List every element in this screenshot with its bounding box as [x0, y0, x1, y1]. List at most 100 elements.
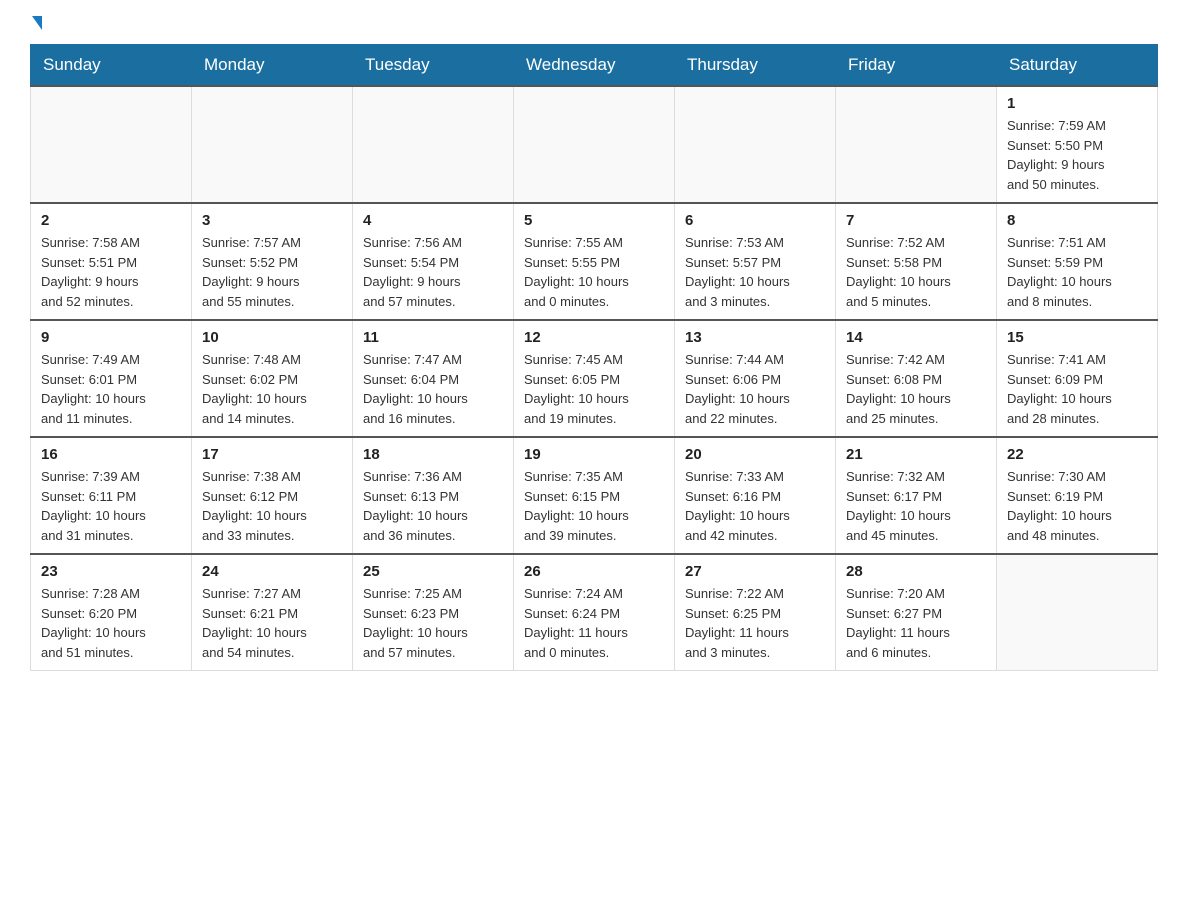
calendar-week-4: 16 Sunrise: 7:39 AM Sunset: 6:11 PM Dayli…: [31, 437, 1158, 554]
calendar-cell: [514, 86, 675, 203]
calendar-cell: 6 Sunrise: 7:53 AM Sunset: 5:57 PM Daylig…: [675, 203, 836, 320]
day-number: 17: [202, 446, 342, 463]
calendar-cell: 22 Sunrise: 7:30 AM Sunset: 6:19 PM Dayli…: [997, 437, 1158, 554]
day-info: Sunrise: 7:48 AM Sunset: 6:02 PM Dayligh…: [202, 350, 342, 428]
calendar-cell: 15 Sunrise: 7:41 AM Sunset: 6:09 PM Dayli…: [997, 320, 1158, 437]
day-info: Sunrise: 7:38 AM Sunset: 6:12 PM Dayligh…: [202, 467, 342, 545]
calendar-week-3: 9 Sunrise: 7:49 AM Sunset: 6:01 PM Daylig…: [31, 320, 1158, 437]
calendar-cell: 25 Sunrise: 7:25 AM Sunset: 6:23 PM Dayli…: [353, 554, 514, 671]
day-number: 8: [1007, 212, 1147, 229]
day-number: 26: [524, 563, 664, 580]
day-info: Sunrise: 7:41 AM Sunset: 6:09 PM Dayligh…: [1007, 350, 1147, 428]
calendar-cell: 28 Sunrise: 7:20 AM Sunset: 6:27 PM Dayli…: [836, 554, 997, 671]
page-header: [30, 20, 1158, 34]
header-friday: Friday: [836, 45, 997, 87]
day-info: Sunrise: 7:57 AM Sunset: 5:52 PM Dayligh…: [202, 233, 342, 311]
calendar-cell: 1Sunrise: 7:59 AM Sunset: 5:50 PM Daylig…: [997, 86, 1158, 203]
day-info: Sunrise: 7:49 AM Sunset: 6:01 PM Dayligh…: [41, 350, 181, 428]
calendar-cell: 2 Sunrise: 7:58 AM Sunset: 5:51 PM Daylig…: [31, 203, 192, 320]
calendar-cell: [675, 86, 836, 203]
day-info: Sunrise: 7:25 AM Sunset: 6:23 PM Dayligh…: [363, 584, 503, 662]
day-number: 22: [1007, 446, 1147, 463]
day-number: 12: [524, 329, 664, 346]
calendar-week-5: 23 Sunrise: 7:28 AM Sunset: 6:20 PM Dayli…: [31, 554, 1158, 671]
calendar-cell: 27 Sunrise: 7:22 AM Sunset: 6:25 PM Dayli…: [675, 554, 836, 671]
day-number: 28: [846, 563, 986, 580]
day-number: 16: [41, 446, 181, 463]
header-row: SundayMondayTuesdayWednesdayThursdayFrid…: [31, 45, 1158, 87]
calendar-cell: 14Sunrise: 7:42 AM Sunset: 6:08 PM Dayli…: [836, 320, 997, 437]
day-number: 20: [685, 446, 825, 463]
day-info: Sunrise: 7:36 AM Sunset: 6:13 PM Dayligh…: [363, 467, 503, 545]
day-number: 4: [363, 212, 503, 229]
day-number: 21: [846, 446, 986, 463]
calendar-cell: 13 Sunrise: 7:44 AM Sunset: 6:06 PM Dayli…: [675, 320, 836, 437]
day-number: 6: [685, 212, 825, 229]
calendar-week-1: 1Sunrise: 7:59 AM Sunset: 5:50 PM Daylig…: [31, 86, 1158, 203]
calendar-header: SundayMondayTuesdayWednesdayThursdayFrid…: [31, 45, 1158, 87]
calendar-cell: 8Sunrise: 7:51 AM Sunset: 5:59 PM Daylig…: [997, 203, 1158, 320]
day-info: Sunrise: 7:30 AM Sunset: 6:19 PM Dayligh…: [1007, 467, 1147, 545]
calendar-cell: 16 Sunrise: 7:39 AM Sunset: 6:11 PM Dayli…: [31, 437, 192, 554]
calendar-cell: 10 Sunrise: 7:48 AM Sunset: 6:02 PM Dayli…: [192, 320, 353, 437]
calendar-cell: [192, 86, 353, 203]
header-monday: Monday: [192, 45, 353, 87]
day-number: 9: [41, 329, 181, 346]
calendar-week-2: 2 Sunrise: 7:58 AM Sunset: 5:51 PM Daylig…: [31, 203, 1158, 320]
day-number: 19: [524, 446, 664, 463]
calendar-cell: 9 Sunrise: 7:49 AM Sunset: 6:01 PM Daylig…: [31, 320, 192, 437]
calendar-cell: 11 Sunrise: 7:47 AM Sunset: 6:04 PM Dayli…: [353, 320, 514, 437]
day-info: Sunrise: 7:45 AM Sunset: 6:05 PM Dayligh…: [524, 350, 664, 428]
calendar-cell: [836, 86, 997, 203]
day-number: 18: [363, 446, 503, 463]
day-info: Sunrise: 7:35 AM Sunset: 6:15 PM Dayligh…: [524, 467, 664, 545]
day-number: 25: [363, 563, 503, 580]
logo-arrow-icon: [32, 16, 42, 30]
day-number: 14: [846, 329, 986, 346]
calendar-table: SundayMondayTuesdayWednesdayThursdayFrid…: [30, 44, 1158, 671]
header-thursday: Thursday: [675, 45, 836, 87]
calendar-cell: 18 Sunrise: 7:36 AM Sunset: 6:13 PM Dayli…: [353, 437, 514, 554]
day-number: 24: [202, 563, 342, 580]
calendar-cell: 12 Sunrise: 7:45 AM Sunset: 6:05 PM Dayli…: [514, 320, 675, 437]
day-number: 10: [202, 329, 342, 346]
calendar-cell: 24 Sunrise: 7:27 AM Sunset: 6:21 PM Dayli…: [192, 554, 353, 671]
calendar-cell: 4Sunrise: 7:56 AM Sunset: 5:54 PM Daylig…: [353, 203, 514, 320]
day-info: Sunrise: 7:32 AM Sunset: 6:17 PM Dayligh…: [846, 467, 986, 545]
calendar-cell: 5 Sunrise: 7:55 AM Sunset: 5:55 PM Daylig…: [514, 203, 675, 320]
day-number: 27: [685, 563, 825, 580]
day-info: Sunrise: 7:27 AM Sunset: 6:21 PM Dayligh…: [202, 584, 342, 662]
day-info: Sunrise: 7:58 AM Sunset: 5:51 PM Dayligh…: [41, 233, 181, 311]
calendar-cell: 21 Sunrise: 7:32 AM Sunset: 6:17 PM Dayli…: [836, 437, 997, 554]
day-info: Sunrise: 7:53 AM Sunset: 5:57 PM Dayligh…: [685, 233, 825, 311]
day-number: 23: [41, 563, 181, 580]
day-number: 15: [1007, 329, 1147, 346]
day-info: Sunrise: 7:39 AM Sunset: 6:11 PM Dayligh…: [41, 467, 181, 545]
day-info: Sunrise: 7:55 AM Sunset: 5:55 PM Dayligh…: [524, 233, 664, 311]
header-wednesday: Wednesday: [514, 45, 675, 87]
day-info: Sunrise: 7:52 AM Sunset: 5:58 PM Dayligh…: [846, 233, 986, 311]
day-info: Sunrise: 7:24 AM Sunset: 6:24 PM Dayligh…: [524, 584, 664, 662]
day-info: Sunrise: 7:59 AM Sunset: 5:50 PM Dayligh…: [1007, 116, 1147, 194]
day-number: 3: [202, 212, 342, 229]
calendar-cell: 7 Sunrise: 7:52 AM Sunset: 5:58 PM Daylig…: [836, 203, 997, 320]
day-info: Sunrise: 7:20 AM Sunset: 6:27 PM Dayligh…: [846, 584, 986, 662]
calendar-cell: 23 Sunrise: 7:28 AM Sunset: 6:20 PM Dayli…: [31, 554, 192, 671]
calendar-cell: [997, 554, 1158, 671]
day-number: 2: [41, 212, 181, 229]
day-info: Sunrise: 7:47 AM Sunset: 6:04 PM Dayligh…: [363, 350, 503, 428]
calendar-cell: [353, 86, 514, 203]
day-number: 7: [846, 212, 986, 229]
day-info: Sunrise: 7:28 AM Sunset: 6:20 PM Dayligh…: [41, 584, 181, 662]
calendar-cell: 17 Sunrise: 7:38 AM Sunset: 6:12 PM Dayli…: [192, 437, 353, 554]
day-number: 5: [524, 212, 664, 229]
calendar-body: 1Sunrise: 7:59 AM Sunset: 5:50 PM Daylig…: [31, 86, 1158, 671]
day-number: 11: [363, 329, 503, 346]
day-info: Sunrise: 7:33 AM Sunset: 6:16 PM Dayligh…: [685, 467, 825, 545]
calendar-cell: 26 Sunrise: 7:24 AM Sunset: 6:24 PM Dayli…: [514, 554, 675, 671]
day-info: Sunrise: 7:44 AM Sunset: 6:06 PM Dayligh…: [685, 350, 825, 428]
header-tuesday: Tuesday: [353, 45, 514, 87]
header-saturday: Saturday: [997, 45, 1158, 87]
day-number: 13: [685, 329, 825, 346]
day-info: Sunrise: 7:22 AM Sunset: 6:25 PM Dayligh…: [685, 584, 825, 662]
